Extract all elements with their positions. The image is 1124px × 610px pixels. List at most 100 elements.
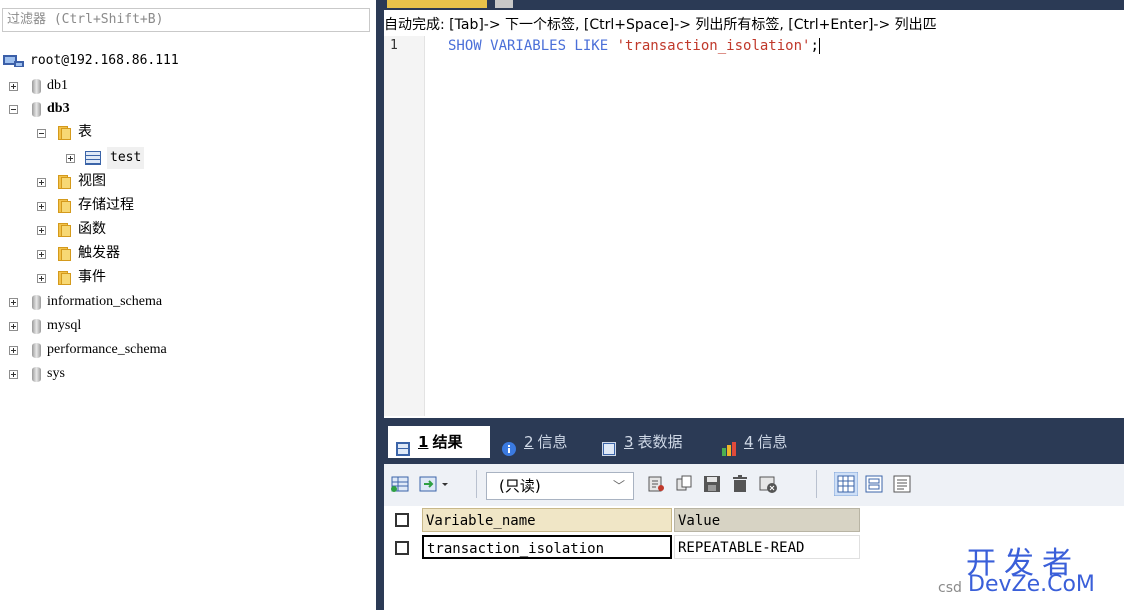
expand-icon[interactable] [9,81,18,91]
expand-icon[interactable] [37,177,46,187]
autocomplete-hint: 自动完成: [Tab]-> 下一个标签, [Ctrl+Space]-> 列出所有… [384,17,937,33]
tree-label: sys [47,366,65,381]
column-header[interactable]: Variable_name [422,508,672,532]
filter-input[interactable]: 过滤器 (Ctrl+Shift+B) [2,8,370,32]
expand-icon[interactable] [66,153,75,163]
results-tab-bar: 1 结果 2 信息 3 表数据 4 信息 [384,418,1124,464]
tree-label: 函数 [78,222,106,237]
database-icon [32,101,41,117]
tree-item-views[interactable]: 视图 [37,171,106,193]
database-icon [32,318,41,334]
form-view-icon[interactable] [864,474,884,494]
folder-icon [56,174,72,190]
column-header[interactable]: Value [674,508,860,532]
readonly-select-value: (只读) [499,477,541,495]
tree-item-functions[interactable]: 函数 [37,219,106,241]
tree-item-server[interactable]: root@192.168.86.111 [2,50,179,72]
code-line[interactable]: SHOW VARIABLES LIKE 'transaction_isolati… [448,38,820,54]
text-view-icon[interactable] [892,474,912,494]
copy-icon[interactable] [674,474,694,494]
object-browser: 过滤器 (Ctrl+Shift+B) root@192.168.86.111 d… [0,0,376,610]
table-cell[interactable]: REPEATABLE-READ [674,535,860,559]
server-icon [2,53,26,69]
tab-query[interactable] [387,0,487,8]
expand-icon[interactable] [9,345,18,355]
tree-label: 视图 [78,174,106,189]
tree-item-information-schema[interactable]: information_schema [9,291,162,313]
tree-item-procs[interactable]: 存储过程 [37,195,134,217]
info-chart-icon [722,435,736,456]
tree-item-triggers[interactable]: 触发器 [37,243,120,265]
tree-label: 存储过程 [78,198,134,213]
readonly-select[interactable]: (只读) ﹀ [486,472,634,500]
delete-icon[interactable] [730,474,750,494]
select-all-checkbox[interactable] [395,513,409,527]
tree-item-db1[interactable]: db1 [9,75,68,97]
tree-label: 触发器 [78,246,120,261]
panel-splitter[interactable] [376,0,384,610]
collapse-icon[interactable] [9,104,18,114]
sql-string: 'transaction_isolation' [616,38,811,54]
grid-view-icon[interactable] [834,472,858,496]
expand-icon[interactable] [9,369,18,379]
tab-info[interactable]: 4 信息 [714,426,788,458]
tab-number: 4 [744,433,754,451]
tree-item-table-test[interactable]: test [66,147,145,169]
chevron-down-icon: ﹀ [612,479,625,493]
expand-icon[interactable] [37,201,46,211]
database-icon [32,78,41,94]
row-checkbox[interactable] [395,541,409,555]
tree-label: root@192.168.86.111 [30,53,179,68]
sql-keywords: SHOW VARIABLES LIKE [448,38,617,54]
expand-icon[interactable] [9,297,18,307]
cancel-changes-icon[interactable] [758,474,778,494]
watermark-en: DevZe.CoM [968,572,1095,597]
expand-icon[interactable] [9,321,18,331]
folder-icon [56,125,72,141]
database-icon [32,294,41,310]
tree-label: performance_schema [47,342,167,357]
folder-icon [56,222,72,238]
tree-item-sys[interactable]: sys [9,363,65,385]
line-number: 1 [390,38,398,53]
export-icon[interactable] [418,474,438,494]
add-row-icon[interactable] [390,474,410,494]
results-icon [396,435,410,456]
sql-terminator: ; [810,38,819,54]
tab-number: 2 [524,433,534,451]
table-data-icon [602,435,616,456]
tree-item-mysql[interactable]: mysql [9,315,81,337]
line-gutter: 1 [384,36,425,416]
database-icon [32,342,41,358]
expand-icon[interactable] [37,273,46,283]
tab-new[interactable] [495,0,513,8]
expand-icon[interactable] [37,225,46,235]
tab-label: 信息 [757,433,788,451]
folder-icon [56,246,72,262]
tree-item-tables[interactable]: 表 [37,122,92,144]
tree-item-performance-schema[interactable]: performance_schema [9,339,167,361]
tree-label: 表 [78,125,92,140]
chevron-down-icon[interactable] [440,474,450,494]
info-icon [502,435,516,456]
tab-label: 表数据 [637,433,683,451]
expand-icon[interactable] [37,249,46,259]
watermark-prefix: csd [938,580,962,596]
tree-label: db1 [47,78,68,93]
text-caret [818,38,820,54]
save-icon[interactable] [702,474,722,494]
save-to-file-icon[interactable] [646,474,666,494]
collapse-icon[interactable] [37,128,46,138]
tree-item-events[interactable]: 事件 [37,267,106,289]
tab-results[interactable]: 1 结果 [388,426,490,458]
tree-label: db3 [47,101,70,116]
tree-label: information_schema [47,294,163,309]
sql-editor[interactable]: 1 SHOW VARIABLES LIKE 'transaction_isola… [384,36,1124,416]
tab-table-data[interactable]: 3 表数据 [594,426,683,458]
tree-item-db3[interactable]: db3 [9,98,70,120]
table-cell-selected[interactable]: transaction_isolation [422,535,672,559]
tab-messages[interactable]: 2 信息 [494,426,568,458]
tab-label: 结果 [432,433,463,451]
tree-label: 事件 [78,270,106,285]
database-icon [32,366,41,382]
